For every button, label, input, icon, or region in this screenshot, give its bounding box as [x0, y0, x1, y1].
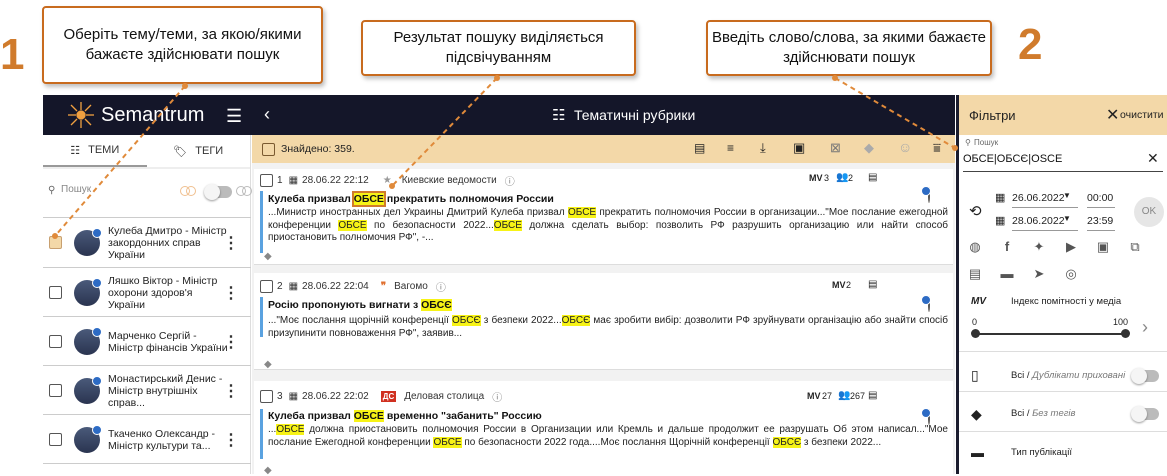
connector-lines: [52, 75, 958, 239]
